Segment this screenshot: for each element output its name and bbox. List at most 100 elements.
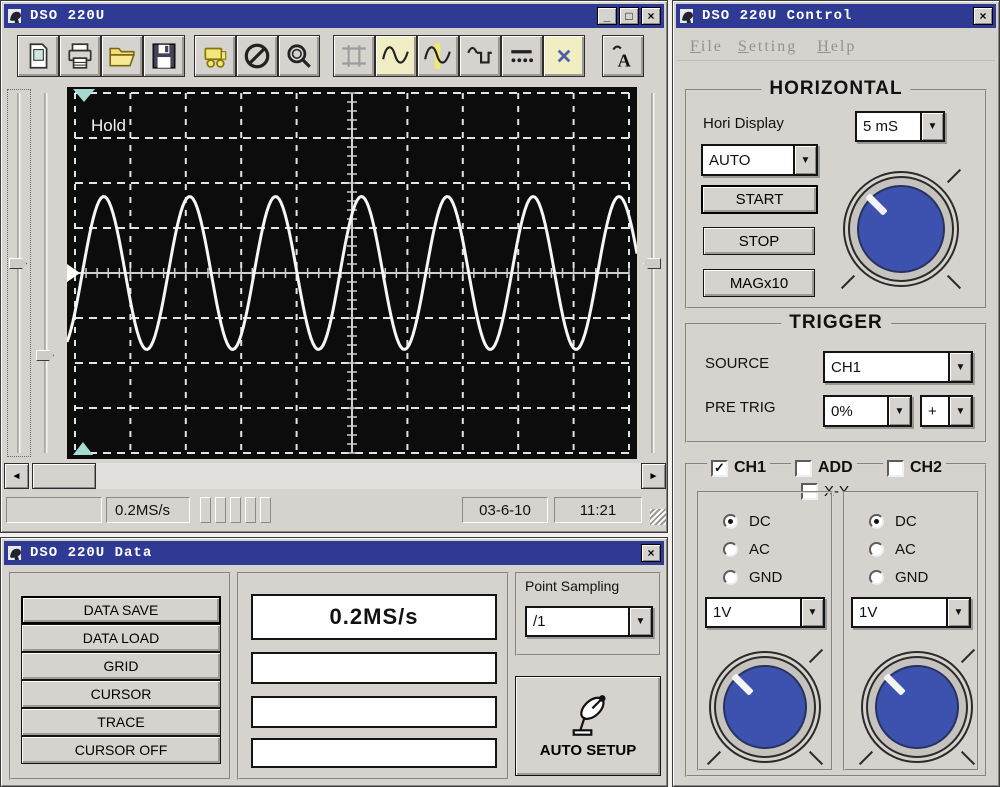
wave-display-button[interactable] [375,35,417,77]
ch1-gnd-radio[interactable] [723,570,738,585]
scrollbar-thumb[interactable] [32,463,96,489]
cursor-off-button[interactable]: CURSOR OFF [21,736,221,764]
add-label: ADD [818,459,853,477]
channels-group: ✓ CH1 ADD CH2 X-Y DC [685,463,987,777]
chevron-down-icon[interactable]: ▼ [793,146,816,174]
chevron-down-icon[interactable]: ▼ [887,397,910,425]
menu-file[interactable]: File [690,38,723,56]
grid-toggle-button[interactable] [333,35,375,77]
ch2-gnd-radio[interactable] [869,570,884,585]
grid-button[interactable]: GRID [21,652,221,680]
pre-trig-select[interactable]: 0% ▼ [823,395,912,427]
ch2-checkbox[interactable] [887,460,904,477]
ch2-dc-radio[interactable] [869,514,884,529]
save-button[interactable] [143,35,185,77]
status-tick [230,497,241,523]
maximize-button[interactable]: □ [619,7,639,25]
vertical-slider-2[interactable] [34,89,58,457]
data-load-button[interactable]: DATA LOAD [21,624,221,652]
font-button[interactable]: A [602,35,644,77]
control-titlebar[interactable]: DSO 220U Control × [676,4,996,28]
slider-thumb[interactable] [643,258,661,269]
resize-grip[interactable] [650,509,666,525]
open-folder-icon [107,41,137,71]
acquire-button[interactable] [194,35,236,77]
cursor-button[interactable]: CURSOR [21,680,221,708]
close-button[interactable]: × [641,7,661,25]
menu-help[interactable]: Help [817,38,856,56]
status-bar: 0.2MS/s 03-6-10 11:21 [4,493,666,529]
ch2-ac-radio[interactable] [869,542,884,557]
ch2-ac-option: AC [869,541,916,558]
chevron-down-icon[interactable]: ▼ [948,353,971,381]
scroll-left-button[interactable]: ◄ [4,463,29,489]
status-tick [200,497,211,523]
sample-rate-readout: 0.2MS/s [251,594,497,640]
window-title: DSO 220U [30,8,105,24]
chevron-down-icon[interactable]: ▼ [800,599,823,626]
point-sampling-label: Point Sampling [525,578,619,594]
main-toolbar: A [4,33,664,79]
wave-cursor-button[interactable] [417,35,459,77]
vertical-slider-1[interactable] [7,89,31,457]
menu-setting[interactable]: Setting [738,38,797,56]
dashed-line-button[interactable] [501,35,543,77]
ch1-ac-radio[interactable] [723,542,738,557]
vertical-slider-3[interactable] [641,89,665,457]
ch1-label: CH1 [734,459,766,477]
close-button[interactable]: × [973,7,993,25]
ch1-dc-radio[interactable] [723,514,738,529]
trigger-source-select[interactable]: CH1 ▼ [823,351,973,383]
prohibit-icon [242,41,272,71]
new-document-button[interactable] [17,35,59,77]
data-save-button[interactable]: DATA SAVE [21,596,221,624]
close-icon: × [647,546,654,560]
ch1-checkbox[interactable]: ✓ [711,460,728,477]
horizontal-scrollbar[interactable]: ◄ ► [4,463,666,489]
sine-wave-icon [381,41,411,71]
slider-thumb[interactable] [36,350,54,361]
chevron-down-icon[interactable]: ▼ [948,397,971,425]
ch2-volts-select[interactable]: 1V ▼ [851,597,971,628]
start-button[interactable]: START [701,185,818,214]
print-button[interactable] [59,35,101,77]
ch2-column: DC AC GND 1V ▼ [843,491,979,771]
ch2-position-knob[interactable] [861,651,973,763]
scroll-right-icon: ► [649,471,659,482]
trigger-wave-button[interactable] [459,35,501,77]
ch1-position-knob[interactable] [709,651,821,763]
chevron-down-icon[interactable]: ▼ [628,608,651,635]
trigger-slope-select[interactable]: + ▼ [920,395,973,427]
chevron-down-icon[interactable]: ▼ [920,113,943,140]
chevron-down-icon[interactable]: ▼ [946,599,969,626]
ch2-label: CH2 [910,459,942,477]
display-mode-select[interactable]: AUTO ▼ [701,144,818,176]
menu-bar: File Setting Help [677,33,995,61]
main-titlebar[interactable]: DSO 220U _ □ × [4,4,664,28]
ch1-volts-select[interactable]: 1V ▼ [705,597,825,628]
timebase-knob[interactable] [843,171,959,287]
trigger-group: TRIGGER SOURCE CH1 ▼ PRE TRIG 0% ▼ + ▼ [685,323,987,443]
trigger-legend: TRIGGER [781,312,891,334]
stop-button[interactable]: STOP [703,227,815,255]
trace-button[interactable]: TRACE [21,708,221,736]
scroll-right-button[interactable]: ► [641,463,666,489]
mag-x10-button[interactable]: MAGx10 [703,269,815,297]
minimize-button[interactable]: _ [597,7,617,25]
scope-display: Hold [67,87,637,459]
data-titlebar[interactable]: DSO 220U Data × [4,541,664,565]
zoom-button[interactable] [278,35,320,77]
delete-button[interactable] [543,35,585,77]
close-button[interactable]: × [641,544,661,562]
point-sampling-select[interactable]: /1 ▼ [525,606,653,637]
window-title: DSO 220U Data [30,545,152,561]
add-checkbox[interactable] [795,460,812,477]
auto-setup-button[interactable]: AUTO SETUP [515,676,661,776]
stop-acquire-button[interactable] [236,35,278,77]
timebase-select[interactable]: 5 mS ▼ [855,111,945,142]
status-sample-rate: 0.2MS/s [106,497,190,523]
x-mark-icon [549,41,579,71]
slider-thumb[interactable] [9,258,27,269]
control-window: DSO 220U Control × File Setting Help HOR… [672,0,1000,787]
open-button[interactable] [101,35,143,77]
